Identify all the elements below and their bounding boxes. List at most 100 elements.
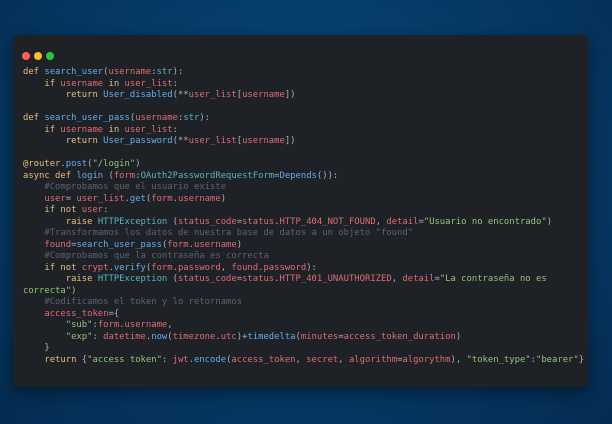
code-token: )	[546, 216, 553, 227]
code-token: ):	[172, 67, 184, 77]
code-token: ])	[284, 90, 296, 100]
code-token: user_list	[124, 78, 173, 89]
code-token: (**	[172, 136, 189, 146]
code-token: :	[172, 124, 178, 135]
code-line: def search_user_pass(username:str):	[23, 113, 585, 125]
code-line: #Codificamos el token y lo retornamos	[23, 297, 585, 309]
code-token: }	[23, 343, 50, 353]
code-token: if	[44, 124, 61, 135]
code-token: user_list	[76, 193, 125, 204]
close-window-button[interactable]	[22, 52, 30, 60]
code-token: #Comprobamos que el usuario existe	[44, 182, 227, 192]
code-token: #Codificamos el token y lo retornamos	[44, 297, 243, 307]
code-token: ):	[306, 262, 317, 273]
code-token: password	[263, 262, 307, 273]
code-token: "token_type"	[466, 354, 531, 365]
code-token: :	[161, 354, 173, 365]
code-token: datetime	[103, 331, 146, 342]
code-token: timezone	[172, 331, 216, 342]
code-token: username	[177, 193, 221, 204]
code-token: return	[65, 90, 104, 100]
code-token: found	[44, 239, 72, 250]
code-token: raise	[65, 216, 98, 227]
code-line: return User_disabled(**user_list[usernam…	[23, 90, 585, 102]
code-line: raise HTTPException (status_code=status.…	[23, 274, 585, 286]
code-token: timedelta	[247, 331, 296, 342]
code-token: username	[108, 67, 152, 77]
code-token: return	[44, 354, 82, 365]
code-token: "Usuario no encontrado"	[423, 216, 547, 227]
code-token: username	[242, 136, 285, 146]
code-token: if not	[44, 262, 82, 273]
code-token: "La contraseña no es	[439, 274, 547, 284]
code-token: }	[578, 354, 585, 365]
code-token: ,	[167, 320, 173, 330]
code-line: "sub":form.username,	[23, 320, 585, 332]
code-token: :	[172, 78, 178, 89]
code-token: ,	[375, 216, 387, 227]
code-token: minutes	[300, 331, 339, 342]
code-line: async def login (form:OAuth2PasswordRequ…	[23, 171, 585, 183]
code-token: raise	[65, 274, 98, 284]
code-token: "bearer"	[536, 354, 579, 365]
code-block: def search_user(username:str): if userna…	[23, 67, 585, 366]
code-line: def search_user(username:str):	[23, 67, 585, 79]
code-token: ,	[295, 354, 307, 365]
code-line: if username in user_list:	[23, 125, 585, 137]
code-token: ,	[220, 262, 232, 273]
code-token: get	[129, 193, 146, 204]
code-token: )	[135, 159, 141, 169]
code-token: status	[242, 216, 275, 227]
code-line: ​	[23, 102, 585, 114]
code-token: form	[113, 170, 136, 181]
window-controls	[22, 45, 58, 60]
code-token: login	[76, 170, 109, 181]
code-token: jwt	[172, 354, 189, 365]
code-token: HTTP_404_NOT_FOUND	[279, 216, 376, 227]
code-line: user= user_list.get(form.username)	[23, 194, 585, 206]
code-token: ,	[338, 354, 349, 365]
code-line: access_token={	[23, 309, 585, 321]
code-token: user	[81, 205, 104, 215]
code-line: if not crypt.verify(form.password, found…	[23, 263, 585, 275]
code-token: form	[151, 193, 173, 204]
code-token: HTTPException	[97, 216, 173, 227]
code-token: username	[60, 78, 109, 89]
code-line: return User_password(**user_list[usernam…	[23, 136, 585, 148]
code-token: in	[108, 124, 125, 135]
code-token: :	[92, 331, 104, 342]
code-token: search_user_pass	[76, 239, 162, 250]
code-token: "exp"	[65, 331, 93, 342]
code-token: secret	[306, 354, 339, 365]
code-token: ])	[284, 136, 296, 146]
code-line: found=search_user_pass(form.username)	[23, 240, 585, 252]
code-token: form	[167, 239, 189, 250]
code-token: username	[194, 239, 237, 250]
minimize-window-button[interactable]	[34, 52, 42, 60]
code-token: user	[44, 193, 66, 204]
code-token: "sub"	[65, 320, 93, 330]
code-line: return {"access token": jwt.encode(acces…	[23, 355, 585, 367]
code-token: )	[455, 331, 462, 342]
code-token: ={	[108, 308, 120, 319]
code-token: crypt	[81, 262, 109, 273]
maximize-window-button[interactable]	[46, 52, 54, 60]
code-token: correcta"	[23, 285, 72, 296]
code-token: username	[242, 90, 285, 100]
code-token: access_token	[231, 354, 296, 365]
code-token: Depends	[279, 170, 317, 181]
code-token: return	[65, 136, 104, 146]
code-token: )	[236, 239, 243, 250]
